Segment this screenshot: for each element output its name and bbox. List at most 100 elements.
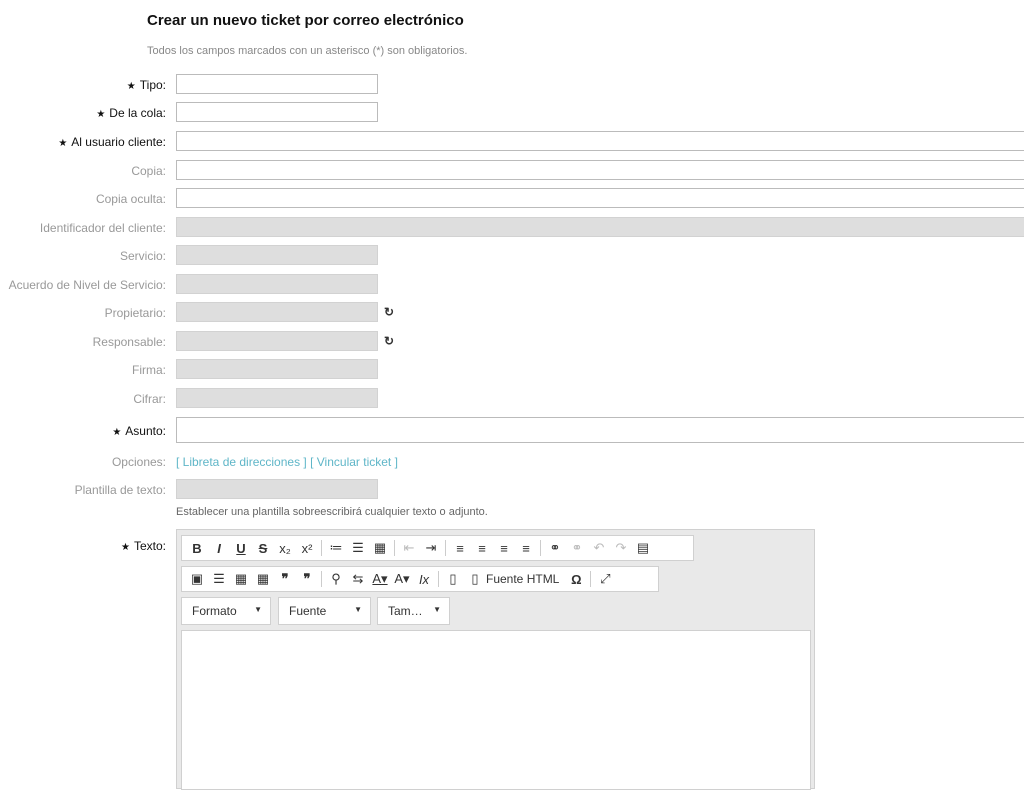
row-servicio: Servicio: <box>0 245 1024 267</box>
label-plantilla: Plantilla de texto: <box>74 483 166 497</box>
row-identificador: Identificador del cliente: <box>0 217 1024 239</box>
align-right-icon[interactable]: ≡ <box>495 538 513 558</box>
page-break-icon[interactable]: ▤ <box>634 538 652 558</box>
copia-input[interactable] <box>176 160 1024 180</box>
paste-word-icon[interactable]: ▦ <box>254 569 272 589</box>
refresh-icon[interactable]: ↻ <box>384 305 394 319</box>
image-icon[interactable]: ▣ <box>188 569 206 589</box>
label-responsable: Responsable: <box>92 335 166 349</box>
outdent-icon[interactable]: ⇤ <box>400 538 418 558</box>
copia-oculta-input[interactable] <box>176 188 1024 208</box>
row-opciones: Opciones: [ Libreta de direcciones ] [ V… <box>0 451 1024 473</box>
special-char-icon[interactable]: Ω <box>567 569 585 589</box>
row-usuario: ★ Al usuario cliente: <box>0 131 1024 153</box>
toolbar-separator <box>394 540 395 556</box>
numbered-list-icon[interactable]: ≔ <box>327 538 345 558</box>
format-select[interactable]: Formato ▼ <box>181 597 271 625</box>
indent-icon[interactable]: ⇥ <box>422 538 440 558</box>
source-icon[interactable]: ▯ <box>466 569 484 589</box>
underline-icon[interactable]: U <box>232 538 250 558</box>
font-select[interactable]: Fuente ▼ <box>278 597 371 625</box>
preview-icon[interactable]: ▯ <box>444 569 462 589</box>
toolbar-separator <box>540 540 541 556</box>
editor-text-area[interactable] <box>181 630 811 790</box>
background-color-icon[interactable]: A▾ <box>393 569 411 589</box>
paste-text-icon[interactable]: ▦ <box>232 569 250 589</box>
row-cifrar: Cifrar: <box>0 388 1024 410</box>
label-texto: ★ Texto: <box>121 539 166 553</box>
find-icon[interactable]: ⚲ <box>327 569 345 589</box>
tipo-select[interactable] <box>176 74 378 94</box>
cola-select[interactable] <box>176 102 378 122</box>
font-select-label: Fuente <box>289 604 327 618</box>
label-opciones: Opciones: <box>111 455 166 469</box>
align-left-icon[interactable]: ≡ <box>451 538 469 558</box>
row-sla: Acuerdo de Nivel de Servicio: <box>0 274 1024 296</box>
strikethrough-icon[interactable]: S <box>254 538 272 558</box>
cifrar-select <box>176 388 378 408</box>
subscript-icon[interactable]: x₂ <box>276 538 294 558</box>
label-usuario: ★ Al usuario cliente: <box>58 135 166 149</box>
size-select[interactable]: Tam… ▼ <box>377 597 450 625</box>
editor-toolbar-row1: B I U S x₂ x² ≔ ☰ ▦ ⇤ ⇥ ≡ ≡ ≡ ≡ ⚭ ⚭ ↶ ↷ … <box>181 535 694 561</box>
row-cola: ★ De la cola: <box>0 102 1024 124</box>
template-hint: Establecer una plantilla sobreescribirá … <box>176 506 488 518</box>
propietario-select <box>176 302 378 322</box>
italic-icon[interactable]: I <box>210 538 228 558</box>
asunto-input[interactable] <box>176 417 1024 443</box>
page-subtitle: Todos los campos marcados con un asteris… <box>147 45 468 57</box>
page-title: Crear un nuevo ticket por correo electró… <box>147 12 464 29</box>
chevron-down-icon: ▼ <box>354 605 362 614</box>
responsable-select <box>176 331 378 351</box>
label-tipo: ★ Tipo: <box>126 78 166 92</box>
required-star-icon: ★ <box>121 542 130 553</box>
format-select-label: Formato <box>192 604 237 618</box>
table-icon[interactable]: ▦ <box>371 538 389 558</box>
toolbar-separator <box>438 571 439 587</box>
required-star-icon: ★ <box>58 138 68 149</box>
undo-icon[interactable]: ↶ <box>590 538 608 558</box>
bulleted-list-icon[interactable]: ☰ <box>349 538 367 558</box>
remove-format-icon[interactable]: Ix <box>415 569 433 589</box>
remove-blockquote-icon[interactable]: ❞ <box>298 569 316 589</box>
blockquote-icon[interactable]: ❞ <box>276 569 294 589</box>
editor-toolbar-row2: ▣ ☰ ▦ ▦ ❞ ❞ ⚲ ⇆ A▾ A▾ Ix ▯ ▯ Fuente HTML… <box>181 566 659 592</box>
identificador-input <box>176 217 1024 237</box>
label-sla: Acuerdo de Nivel de Servicio: <box>8 278 166 292</box>
size-select-label: Tam… <box>388 604 423 618</box>
chevron-down-icon: ▼ <box>254 605 262 614</box>
toolbar-separator <box>445 540 446 556</box>
row-propietario: Propietario: ↻ <box>0 302 1024 324</box>
text-color-icon[interactable]: A▾ <box>371 569 389 589</box>
unlink-icon[interactable]: ⚭ <box>568 538 586 558</box>
bold-icon[interactable]: B <box>188 538 206 558</box>
toolbar-separator <box>590 571 592 587</box>
sla-select <box>176 274 378 294</box>
rich-text-editor: B I U S x₂ x² ≔ ☰ ▦ ⇤ ⇥ ≡ ≡ ≡ ≡ ⚭ ⚭ ↶ ↷ … <box>176 529 815 790</box>
row-copia: Copia: <box>0 160 1024 182</box>
superscript-icon[interactable]: x² <box>298 538 316 558</box>
align-justify-icon[interactable]: ≡ <box>517 538 535 558</box>
redo-icon[interactable]: ↷ <box>612 538 630 558</box>
source-html-button[interactable]: Fuente HTML <box>486 572 559 586</box>
libreta-direcciones-link[interactable]: [ Libreta de direcciones ] <box>176 455 307 469</box>
row-firma: Firma: <box>0 359 1024 381</box>
toolbar-separator <box>321 540 322 556</box>
chevron-down-icon: ▼ <box>433 605 441 614</box>
maximize-icon[interactable]: ⤢ <box>596 569 614 589</box>
label-cifrar: Cifrar: <box>133 392 166 406</box>
row-tipo: ★ Tipo: <box>0 74 1024 96</box>
label-cola: ★ De la cola: <box>96 106 166 120</box>
usuario-input[interactable] <box>176 131 1024 151</box>
vincular-ticket-link[interactable]: [ Vincular ticket ] <box>310 455 398 469</box>
align-center-icon[interactable]: ≡ <box>473 538 491 558</box>
label-servicio: Servicio: <box>119 249 166 263</box>
replace-icon[interactable]: ⇆ <box>349 569 367 589</box>
horizontal-rule-icon[interactable]: ☰ <box>210 569 228 589</box>
label-asunto: ★ Asunto: <box>112 424 166 438</box>
refresh-icon[interactable]: ↻ <box>384 334 394 348</box>
link-icon[interactable]: ⚭ <box>546 538 564 558</box>
label-identificador: Identificador del cliente: <box>39 221 166 235</box>
row-asunto: ★ Asunto: <box>0 417 1024 443</box>
servicio-select <box>176 245 378 265</box>
